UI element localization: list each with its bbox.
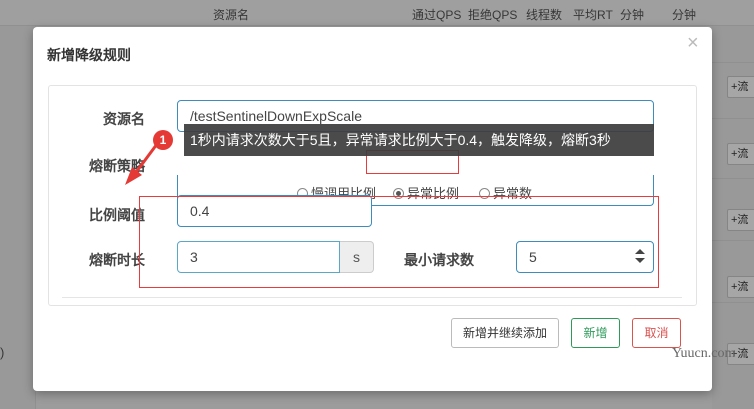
close-icon[interactable]: ×: [687, 33, 699, 53]
add-button[interactable]: 新增: [571, 318, 620, 348]
watermark: Yuucn.com: [672, 346, 736, 361]
highlight-box-params: [139, 196, 659, 288]
add-and-continue-button[interactable]: 新增并继续添加: [451, 318, 559, 348]
ratio-label: 比例阈值: [89, 207, 145, 223]
dialog-title: 新增降级规则: [47, 47, 131, 63]
resource-label: 资源名: [103, 111, 145, 127]
footer-divider: [62, 297, 682, 298]
annotation-badge: 1: [153, 130, 173, 150]
annotation-tooltip: 1秒内请求次数大于5且，异常请求比例大于0.4，触发降级，熔断3秒: [184, 124, 654, 156]
cancel-button[interactable]: 取消: [632, 318, 681, 348]
duration-label: 熔断时长: [89, 252, 145, 268]
